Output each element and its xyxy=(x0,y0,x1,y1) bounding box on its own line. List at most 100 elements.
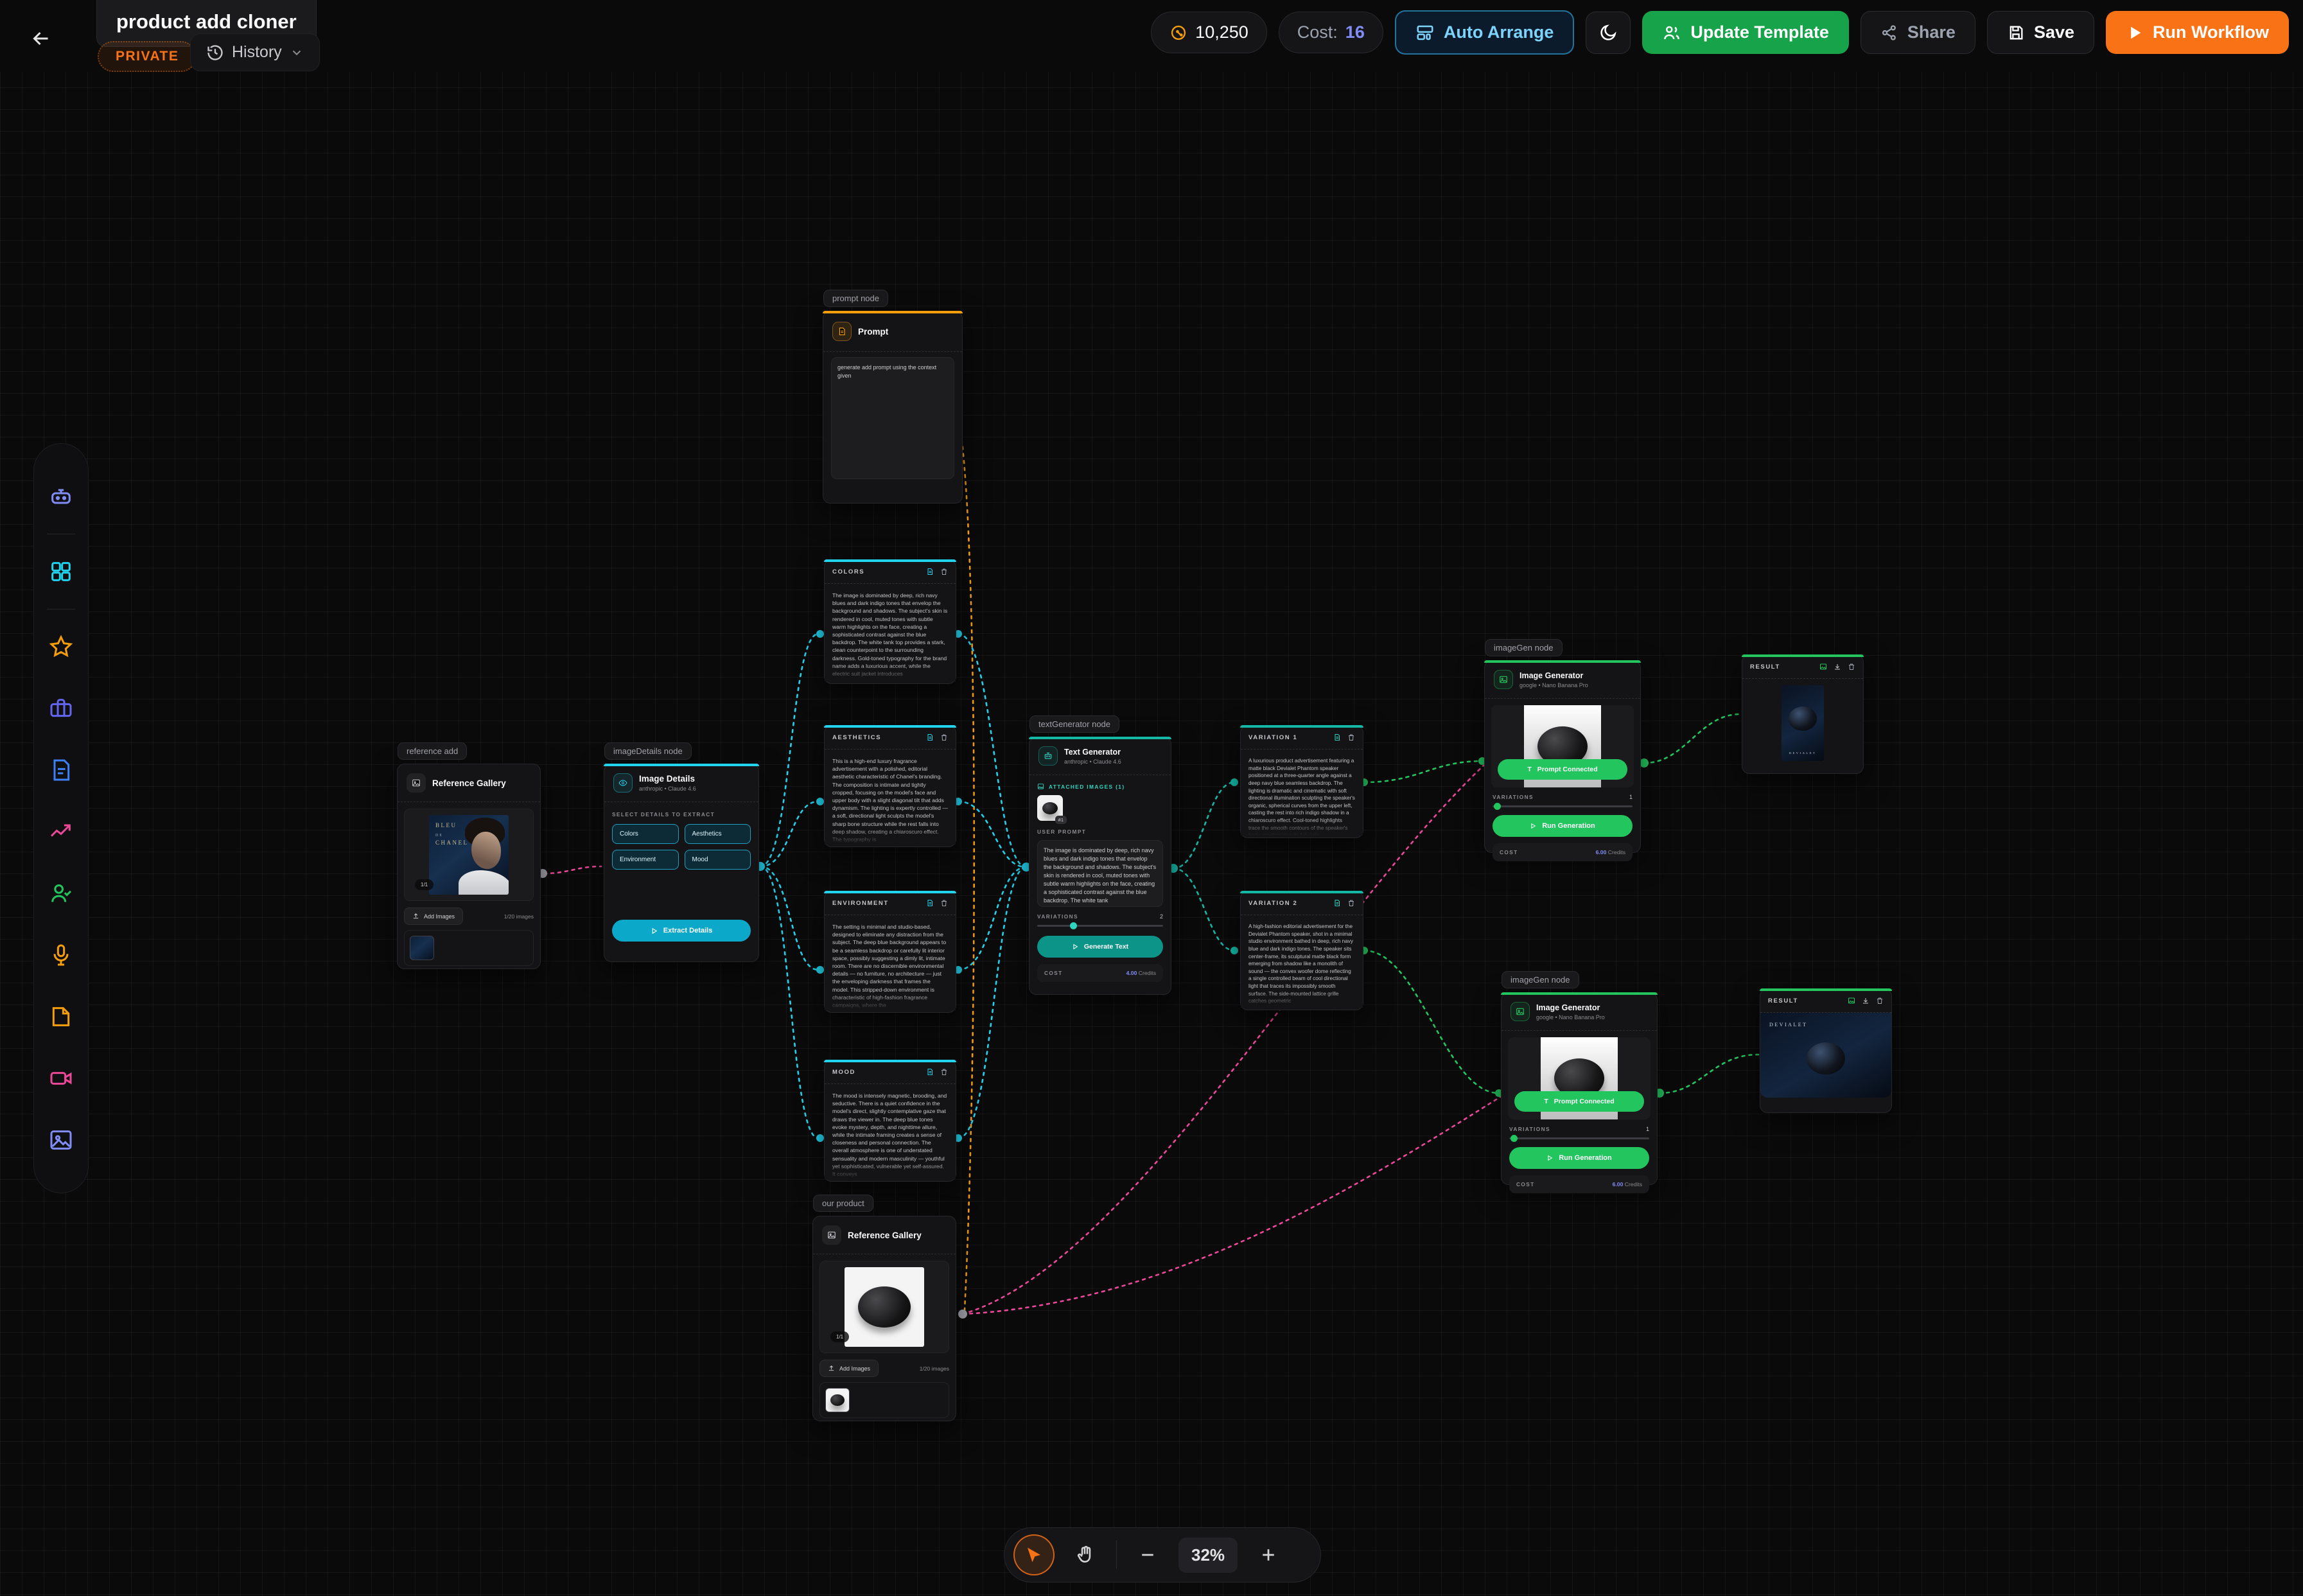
image-details-node[interactable]: imageDetails node Image Details anthropi… xyxy=(604,764,759,962)
aesthetics-text: This is a high-end luxury fragrance adve… xyxy=(825,750,956,845)
pan-tool-button[interactable] xyxy=(1071,1541,1099,1569)
cost-unit: Credits xyxy=(1625,1181,1642,1188)
video-icon[interactable] xyxy=(47,1064,75,1092)
trend-icon[interactable] xyxy=(47,818,75,846)
variations-label: VARIATIONS xyxy=(1509,1126,1550,1132)
mood-card[interactable]: MOOD The mood is intensely magnetic, bro… xyxy=(824,1060,956,1182)
copy-doc-icon[interactable] xyxy=(926,899,934,907)
environment-card[interactable]: ENVIRONMENT The setting is minimal and s… xyxy=(824,891,956,1013)
aesthetics-accent xyxy=(824,725,956,728)
chip-colors[interactable]: Colors xyxy=(612,824,679,844)
prompt-connected-button[interactable]: T Prompt Connected xyxy=(1514,1091,1644,1112)
credits-pill[interactable]: 10,250 xyxy=(1151,12,1267,53)
zoom-in-button[interactable] xyxy=(1254,1541,1283,1569)
text-generator-node[interactable]: textGenerator node Text Generator anthro… xyxy=(1029,737,1171,995)
add-images-button[interactable]: Add Images xyxy=(819,1360,879,1377)
workflow-canvas[interactable]: prompt node Prompt generate add prompt u… xyxy=(0,0,2303,1596)
star-icon[interactable] xyxy=(47,633,75,661)
image-generator-node-2[interactable]: imageGen node Image Generator google • N… xyxy=(1501,992,1658,1185)
result-2-image-wrap[interactable]: DEVIALET xyxy=(1760,1013,1891,1098)
result-node-2[interactable]: RESULT DEVIALET xyxy=(1760,988,1892,1113)
image-icon[interactable] xyxy=(47,1126,75,1154)
chip-aesthetics[interactable]: Aesthetics xyxy=(685,824,751,844)
extract-details-button[interactable]: Extract Details xyxy=(612,920,751,942)
gallery-thumbnail[interactable] xyxy=(410,936,434,960)
result-node-1[interactable]: RESULT DEVIALET xyxy=(1742,654,1864,774)
user-check-icon[interactable] xyxy=(47,879,75,908)
copy-doc-icon[interactable] xyxy=(926,1068,934,1076)
back-button[interactable] xyxy=(27,24,55,53)
trash-icon[interactable] xyxy=(1347,899,1355,907)
result-1-image-wrap[interactable]: DEVIALET xyxy=(1742,679,1863,767)
variation-1-card[interactable]: VARIATION 1 A luxurious product advertis… xyxy=(1240,725,1363,838)
document-icon[interactable] xyxy=(47,756,75,784)
thumbnail-strip[interactable] xyxy=(819,1382,949,1418)
microphone-icon[interactable] xyxy=(47,941,75,969)
trash-icon[interactable] xyxy=(940,568,948,575)
file-icon[interactable] xyxy=(47,1003,75,1031)
auto-arrange-button[interactable]: Auto Arrange xyxy=(1395,10,1575,55)
history-button[interactable]: History xyxy=(190,33,320,71)
history-clock-icon xyxy=(206,44,224,62)
zoom-out-button[interactable] xyxy=(1134,1541,1162,1569)
gallery-thumbnail[interactable] xyxy=(825,1388,850,1412)
gallery-main-image[interactable]: 1/1 xyxy=(819,1261,949,1353)
gallery-main-image[interactable]: BLEUDECHANEL 1/1 xyxy=(404,809,534,901)
variations-slider[interactable] xyxy=(1493,805,1633,807)
text-icon: T xyxy=(1544,1098,1548,1105)
trash-icon[interactable] xyxy=(1848,663,1855,671)
coin-icon xyxy=(1169,24,1187,42)
image-icon[interactable] xyxy=(1848,997,1855,1004)
variation-2-card[interactable]: VARIATION 2 A high-fashion editorial adv… xyxy=(1240,891,1363,1010)
thumbnail-strip[interactable] xyxy=(404,930,534,966)
theme-toggle-button[interactable] xyxy=(1586,12,1631,54)
trash-icon[interactable] xyxy=(940,899,948,907)
run-workflow-button[interactable]: Run Workflow xyxy=(2106,11,2289,54)
briefcase-icon[interactable] xyxy=(47,694,75,723)
user-prompt-textarea[interactable]: The image is dominated by deep, rich nav… xyxy=(1037,840,1163,907)
colors-card[interactable]: COLORS The image is dominated by deep, r… xyxy=(824,559,956,684)
copy-doc-icon[interactable] xyxy=(1333,899,1341,907)
apps-grid-icon[interactable] xyxy=(47,557,75,586)
select-tool-button[interactable] xyxy=(1013,1534,1055,1575)
left-toolbar xyxy=(33,443,89,1193)
copy-doc-icon[interactable] xyxy=(926,568,934,575)
chip-mood[interactable]: Mood xyxy=(685,850,751,870)
result-1-image: DEVIALET xyxy=(1782,685,1824,761)
share-button[interactable]: Share xyxy=(1861,11,1975,54)
robot-icon[interactable] xyxy=(47,482,75,511)
aesthetics-card[interactable]: AESTHETICS This is a high-end luxury fra… xyxy=(824,725,956,847)
our-product-gallery-node[interactable]: our product Reference Gallery 1/1 Add Im… xyxy=(812,1216,956,1421)
download-icon[interactable] xyxy=(1862,997,1870,1004)
image-icon[interactable] xyxy=(1819,663,1827,671)
zoom-level[interactable]: 32% xyxy=(1178,1538,1238,1573)
save-button[interactable]: Save xyxy=(1987,11,2094,54)
prompt-node[interactable]: prompt node Prompt generate add prompt u… xyxy=(823,311,963,504)
trash-icon[interactable] xyxy=(940,733,948,741)
mood-accent xyxy=(824,1060,956,1062)
prompt-connected-button[interactable]: T Prompt Connected xyxy=(1498,759,1627,780)
image-details-title: Image Details xyxy=(639,774,696,784)
run-generation-button[interactable]: Run Generation xyxy=(1509,1147,1649,1169)
variations-slider[interactable] xyxy=(1037,925,1163,927)
run-generation-button[interactable]: Run Generation xyxy=(1493,815,1633,837)
text-icon: T xyxy=(1527,766,1531,773)
update-template-button[interactable]: Update Template xyxy=(1642,11,1849,54)
mood-text: The mood is intensely magnetic, brooding… xyxy=(825,1084,956,1179)
copy-doc-icon[interactable] xyxy=(1333,733,1341,741)
generate-text-button[interactable]: Generate Text xyxy=(1037,936,1163,958)
prompt-node-accent xyxy=(823,311,963,313)
prompt-textarea[interactable]: generate add prompt using the context gi… xyxy=(831,357,954,479)
trash-icon[interactable] xyxy=(940,1068,948,1076)
mood-title: MOOD xyxy=(832,1069,920,1076)
copy-doc-icon[interactable] xyxy=(926,733,934,741)
chip-environment[interactable]: Environment xyxy=(612,850,679,870)
trash-icon[interactable] xyxy=(1876,997,1884,1004)
variations-slider[interactable] xyxy=(1509,1137,1649,1139)
trash-icon[interactable] xyxy=(1347,733,1355,741)
image-generator-node-1[interactable]: imageGen node Image Generator google • N… xyxy=(1484,660,1641,853)
add-images-button[interactable]: Add Images xyxy=(404,908,463,925)
download-icon[interactable] xyxy=(1834,663,1841,671)
reference-gallery-node[interactable]: reference add Reference Gallery BLEUDECH… xyxy=(397,764,541,969)
attached-image-thumb[interactable]: #1 xyxy=(1037,795,1063,821)
